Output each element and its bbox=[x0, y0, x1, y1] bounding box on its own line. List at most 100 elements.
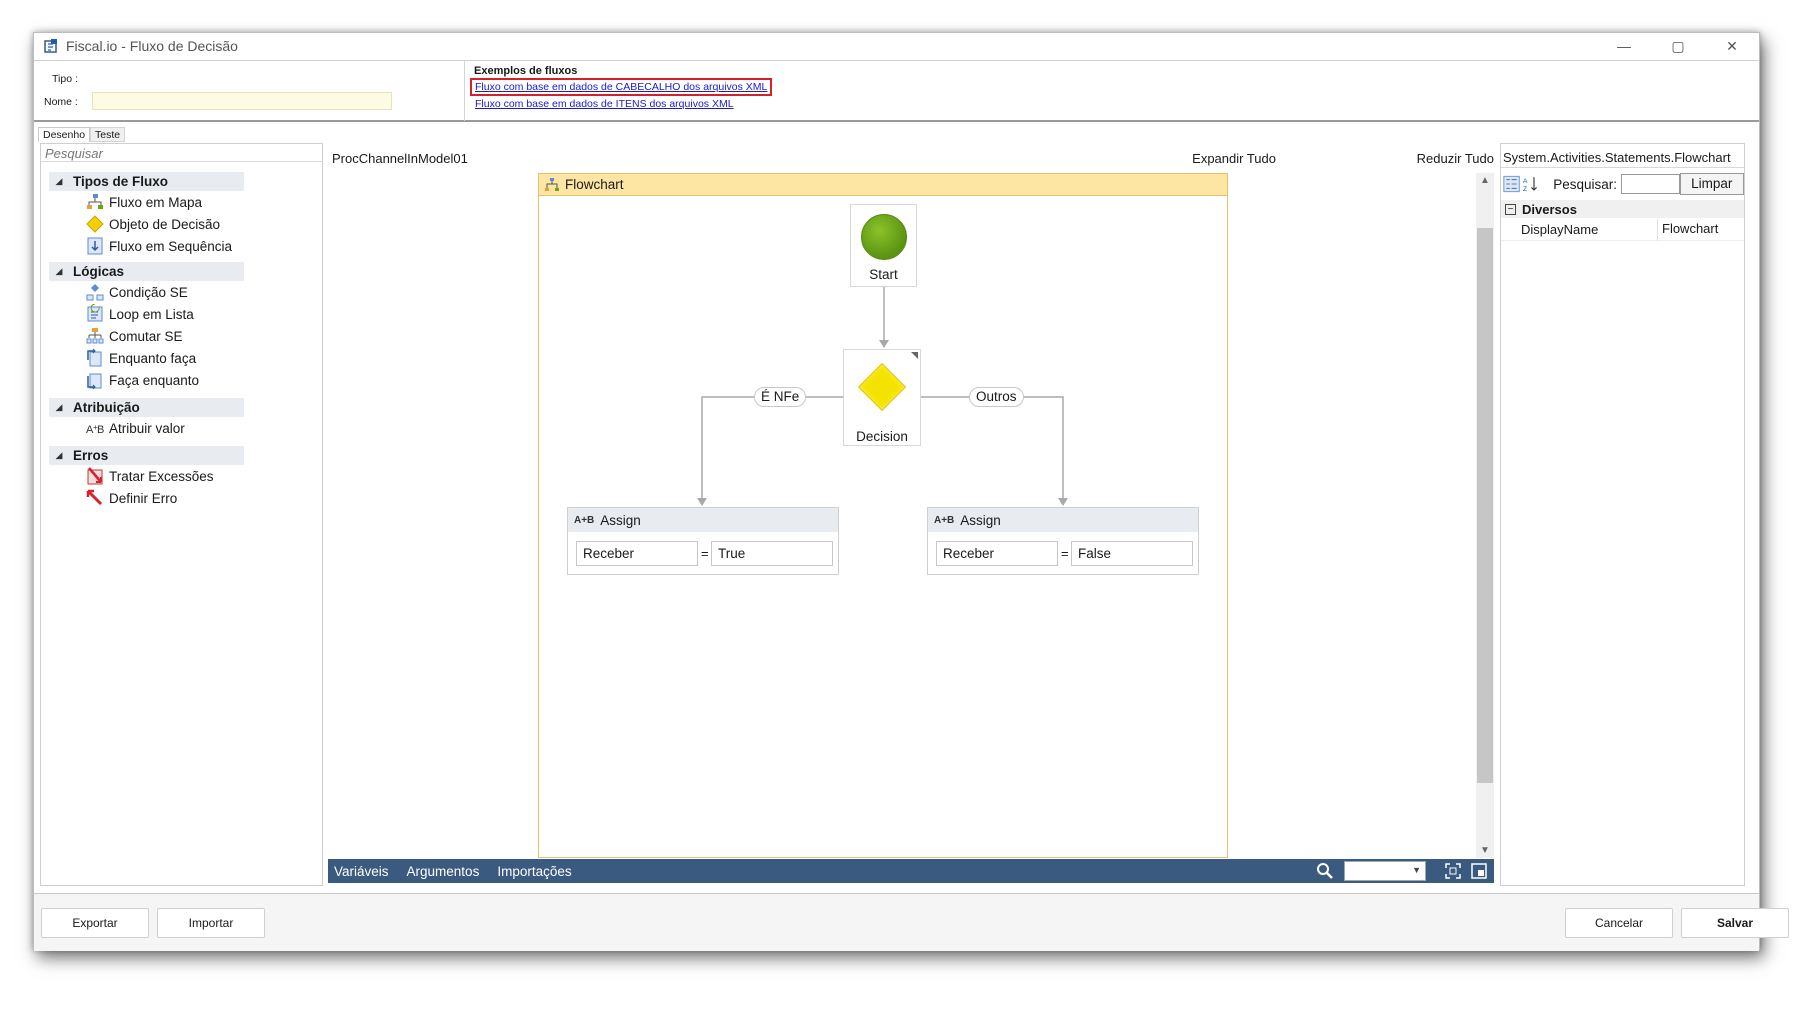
category-erros[interactable]: ◢ Erros bbox=[49, 446, 244, 465]
vertical-scrollbar[interactable]: ▲ ▼ bbox=[1476, 173, 1494, 858]
branch-label-true[interactable]: É NFe bbox=[754, 387, 807, 407]
properties-search-input[interactable] bbox=[1621, 174, 1680, 194]
toolbox-item-label: Atribuir valor bbox=[109, 420, 185, 436]
assign-activity-true[interactable]: A+B Assign Receber = True bbox=[567, 507, 839, 575]
workflow-designer: ProcChannelInModel01 Expandir Tudo Reduz… bbox=[328, 143, 1494, 886]
category-logicas[interactable]: ◢ Lógicas bbox=[49, 262, 244, 281]
tab-teste[interactable]: Teste bbox=[90, 127, 126, 142]
category-tipos-de-fluxo[interactable]: ◢ Tipos de Fluxo bbox=[49, 172, 244, 191]
toolbox-item-objeto-de-decisao[interactable]: Objeto de Decisão bbox=[85, 213, 220, 235]
tab-desenho[interactable]: Desenho bbox=[38, 127, 91, 142]
properties-toolbar: AZ Pesquisar: Limpar bbox=[1501, 171, 1745, 197]
assign-header: A+B Assign bbox=[568, 508, 838, 532]
toolbox-item-atribuir-valor[interactable]: A + B Atribuir valor bbox=[85, 417, 185, 439]
category-label: Erros bbox=[73, 448, 109, 463]
window-title: Fiscal.io - Fluxo de Decisão bbox=[66, 38, 238, 54]
zoom-dropdown[interactable]: ▼ bbox=[1344, 861, 1426, 881]
property-category-label: Diversos bbox=[1522, 201, 1577, 217]
do-while-loop-icon bbox=[87, 373, 102, 390]
assign-to-field[interactable]: Receber bbox=[576, 541, 698, 566]
foreach-loop-icon bbox=[87, 304, 103, 322]
collapse-minus-icon[interactable]: − bbox=[1505, 203, 1516, 215]
assign-icon: A+B bbox=[934, 514, 955, 526]
tab-variaveis[interactable]: Variáveis bbox=[334, 864, 389, 879]
restore-button[interactable]: ▢ bbox=[1651, 33, 1705, 59]
example-link-cabecalho[interactable]: Fluxo com base em dados de CABECALHO dos… bbox=[470, 78, 773, 96]
flow-header: Tipo : Nome : Exemplos de fluxos Fluxo c… bbox=[34, 60, 1759, 122]
example-link-itens[interactable]: Fluxo com base em dados de ITENS dos arq… bbox=[475, 98, 734, 110]
toolbox-search-input[interactable]: Pesquisar bbox=[41, 144, 322, 162]
close-button[interactable]: ✕ bbox=[1705, 33, 1759, 59]
toolbox-item-label: Loop em Lista bbox=[109, 306, 194, 322]
fit-to-screen-icon[interactable] bbox=[1444, 862, 1462, 880]
tab-argumentos[interactable]: Argumentos bbox=[407, 864, 480, 879]
expand-corner-icon[interactable] bbox=[911, 352, 918, 359]
toolbox-item-label: Condição SE bbox=[109, 284, 188, 300]
title-bar: Fiscal.io - Fluxo de Decisão — ▢ ✕ bbox=[34, 33, 1759, 59]
toolbox-item-fluxo-em-mapa[interactable]: Fluxo em Mapa bbox=[85, 191, 202, 213]
toolbox-item-label: Fluxo em Sequência bbox=[109, 238, 233, 254]
scrollbar-thumb[interactable] bbox=[1477, 228, 1493, 783]
toolbox-item-loop-em-lista[interactable]: Loop em Lista bbox=[85, 303, 194, 325]
sort-alphabetical-icon[interactable]: AZ bbox=[1522, 174, 1539, 194]
start-label: Start bbox=[869, 267, 898, 282]
decision-diamond-icon bbox=[86, 215, 104, 233]
sequence-icon bbox=[87, 237, 103, 255]
cancel-button[interactable]: Cancelar bbox=[1565, 908, 1673, 938]
category-atribuicao[interactable]: ◢ Atribuição bbox=[49, 398, 244, 417]
assign-to-field[interactable]: Receber bbox=[936, 541, 1058, 566]
assign-title: Assign bbox=[960, 512, 1001, 528]
decision-label: Decision bbox=[856, 429, 908, 444]
property-category-diversos[interactable]: − Diversos bbox=[1501, 200, 1744, 218]
throw-error-icon bbox=[86, 489, 103, 506]
assign-title: Assign bbox=[600, 512, 641, 528]
scroll-down-icon[interactable]: ▼ bbox=[1476, 845, 1494, 856]
svg-text:A: A bbox=[1523, 178, 1528, 185]
start-node[interactable]: Start bbox=[850, 204, 917, 287]
breadcrumb[interactable]: ProcChannelInModel01 bbox=[332, 151, 468, 166]
toolbox-item-comutar-se[interactable]: Comutar SE bbox=[85, 325, 183, 347]
properties-search-label: Pesquisar: bbox=[1553, 176, 1618, 192]
flowchart-container[interactable]: Flowchart Start Decision É NFe Outros A+… bbox=[538, 173, 1228, 858]
decision-node[interactable]: Decision bbox=[843, 349, 921, 446]
toolbox-item-tratar-excessoes[interactable]: Tratar Excessões bbox=[85, 465, 214, 487]
tab-importacoes[interactable]: Importações bbox=[497, 864, 571, 879]
export-button[interactable]: Exportar bbox=[41, 908, 149, 938]
switch-icon bbox=[86, 328, 104, 344]
assign-activity-false[interactable]: A+B Assign Receber = False bbox=[927, 507, 1199, 575]
property-value-input[interactable]: Flowchart bbox=[1657, 218, 1718, 241]
import-button[interactable]: Importar bbox=[157, 908, 265, 938]
categorized-view-icon[interactable] bbox=[1503, 174, 1520, 194]
branch-label-false[interactable]: Outros bbox=[969, 387, 1024, 407]
assign-icon: A+B bbox=[574, 514, 595, 526]
toolbox-item-condicao-se[interactable]: Condição SE bbox=[85, 281, 188, 303]
expand-all-button[interactable]: Expandir Tudo bbox=[1192, 151, 1276, 166]
nome-input[interactable] bbox=[92, 92, 392, 110]
toolbox-panel: Pesquisar ◢ Tipos de Fluxo Fluxo em Mapa… bbox=[40, 143, 323, 886]
assign-icon: A+B bbox=[86, 423, 104, 436]
assign-value-field[interactable]: False bbox=[1071, 541, 1193, 566]
examples-title: Exemplos de fluxos bbox=[474, 65, 578, 77]
save-button[interactable]: Salvar bbox=[1681, 908, 1789, 938]
zoom-search-icon[interactable] bbox=[1316, 862, 1334, 880]
category-label: Atribuição bbox=[73, 400, 140, 415]
toolbox-item-label: Objeto de Decisão bbox=[109, 216, 221, 232]
overview-map-icon[interactable] bbox=[1470, 862, 1488, 880]
while-loop-icon bbox=[87, 348, 102, 367]
designer-canvas[interactable]: Flowchart Start Decision É NFe Outros A+… bbox=[328, 173, 1494, 858]
clear-search-button[interactable]: Limpar bbox=[1679, 173, 1745, 195]
expand-triangle-icon: ◢ bbox=[55, 176, 63, 186]
try-catch-icon bbox=[87, 467, 103, 485]
minimize-button[interactable]: — bbox=[1597, 33, 1651, 59]
toolbox-item-faca-enquanto[interactable]: Faça enquanto bbox=[85, 369, 199, 391]
scroll-up-icon[interactable]: ▲ bbox=[1476, 175, 1494, 186]
footer-bar: Exportar Importar Cancelar Salvar bbox=[34, 893, 1789, 951]
equals-sign: = bbox=[1061, 546, 1069, 561]
toolbox-item-enquanto-faca[interactable]: Enquanto faça bbox=[85, 347, 196, 369]
mode-tabs: Desenho Teste bbox=[38, 127, 126, 142]
assign-value-field[interactable]: True bbox=[711, 541, 833, 566]
toolbox-item-fluxo-em-sequencia[interactable]: Fluxo em Sequência bbox=[85, 235, 232, 257]
property-row-displayname[interactable]: DisplayName Flowchart bbox=[1501, 218, 1744, 241]
collapse-all-button[interactable]: Reduzir Tudo bbox=[1417, 151, 1494, 166]
toolbox-item-definir-erro[interactable]: Definir Erro bbox=[85, 487, 177, 509]
